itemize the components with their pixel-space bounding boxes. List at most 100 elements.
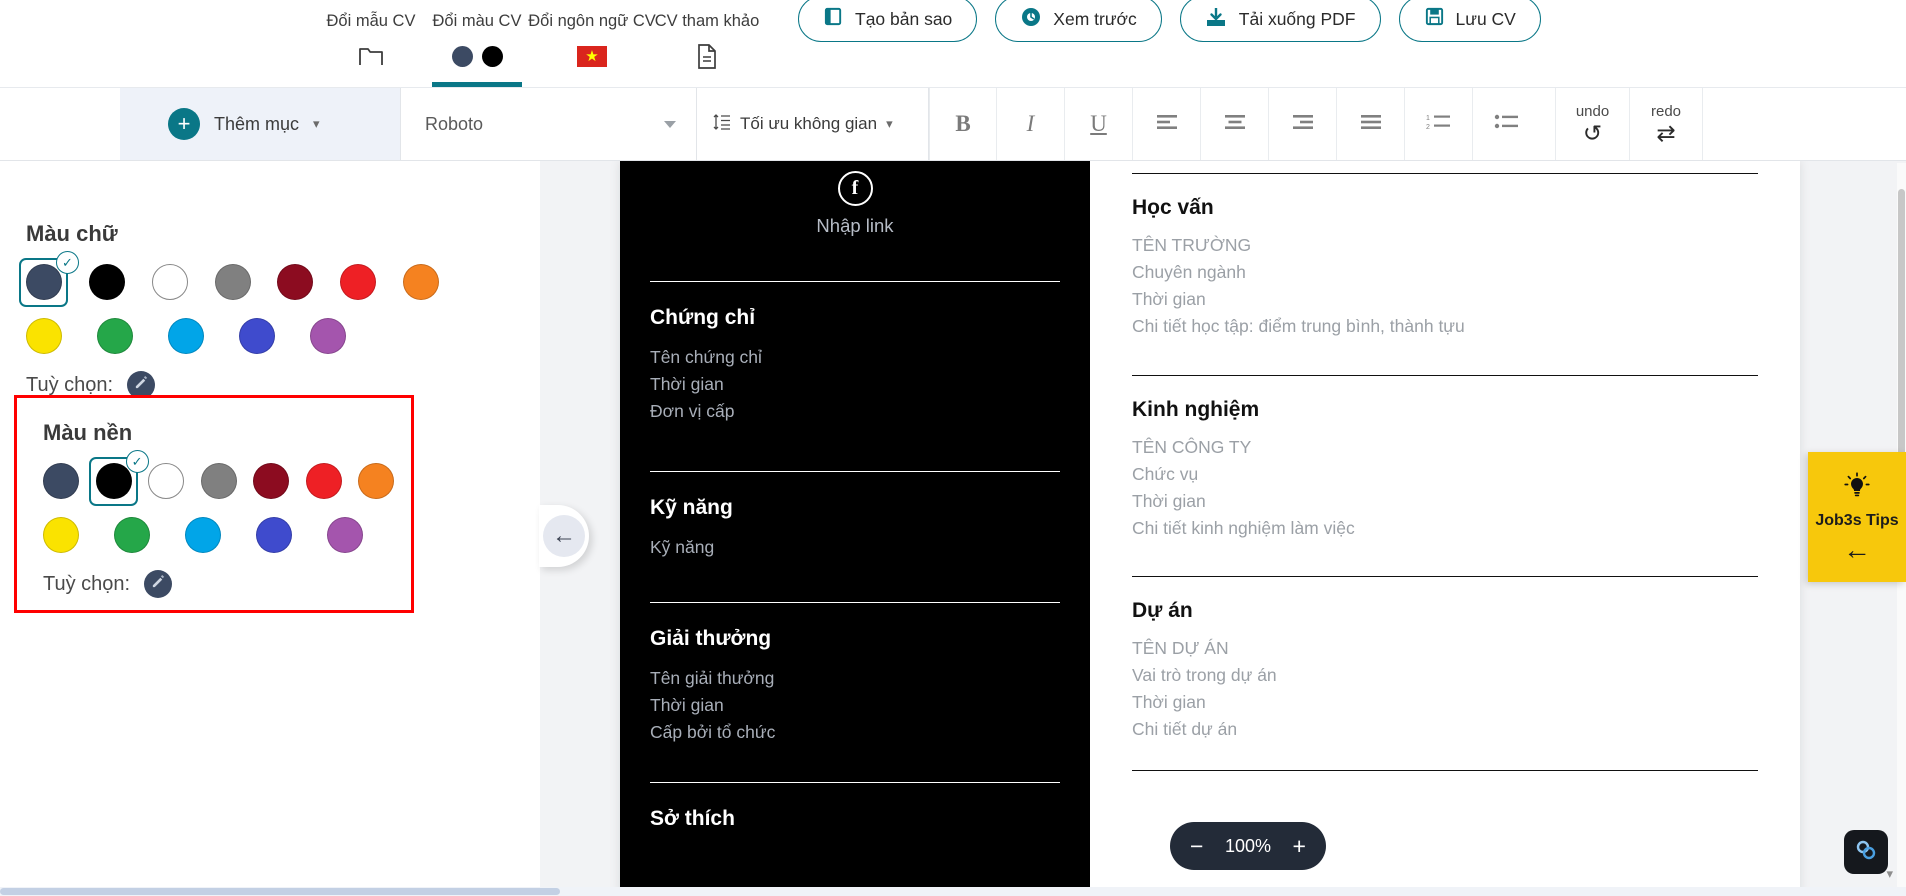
plus-icon: + — [168, 108, 200, 140]
background-color-swatch[interactable] — [43, 508, 114, 562]
save-icon — [1424, 6, 1445, 32]
duplicate-cv-button[interactable]: Tạo bản sao — [798, 0, 978, 42]
cv-section-line: Thời gian — [1132, 490, 1206, 511]
align-center-button[interactable] — [1201, 88, 1269, 160]
toolbar-left-spacer — [0, 88, 120, 160]
cv-social-link[interactable]: f Nhập link — [650, 161, 1060, 237]
italic-button[interactable]: I — [997, 88, 1065, 160]
cv-preview-area: f Nhập link Chứng chỉ Tên chứng chỉ Thời… — [540, 161, 1906, 896]
background-color-group: Màu nền ✓ Tuỳ chọn: — [14, 395, 414, 613]
line-spacing-icon — [713, 113, 731, 136]
menu-item-change-language[interactable]: Đổi ngôn ngữ CV ★ — [528, 0, 656, 87]
text-color-swatch[interactable] — [403, 255, 466, 309]
cv-section-line: Tên chứng chỉ — [650, 347, 762, 367]
chevron-down-icon: ▾ — [313, 116, 320, 131]
cv-section-heading: Sở thích — [650, 806, 735, 830]
cv-section-education[interactable]: Học vấn TÊN TRƯỜNG Chuyên ngành Thời gia… — [1132, 174, 1758, 341]
save-cv-button[interactable]: Lưu CV — [1398, 0, 1541, 42]
job3s-tips-label: Job3s Tips — [1815, 511, 1899, 529]
align-right-button[interactable] — [1269, 88, 1337, 160]
cv-section-projects[interactable]: Dự án TÊN DỰ ÁN Vai trò trong dự án Thời… — [1132, 577, 1758, 744]
preview-cv-button[interactable]: Xem trước — [995, 0, 1162, 42]
redo-icon: ⇄ — [1656, 120, 1676, 146]
background-color-swatch-row-1: ✓ — [43, 450, 411, 508]
cv-section-line: TÊN TRƯỜNG — [1132, 235, 1252, 255]
job3s-tips-widget[interactable]: Job3s Tips ← — [1808, 452, 1906, 582]
cv-section-line: Tên giải thưởng — [650, 667, 775, 688]
align-left-button[interactable] — [1133, 88, 1201, 160]
cv-section-experience[interactable]: Kinh nghiệm TÊN CÔNG TY Chức vụ Thời gia… — [1132, 376, 1758, 543]
numbered-list-button[interactable]: 12 — [1405, 88, 1473, 160]
text-color-swatch[interactable]: ✓ — [19, 251, 89, 309]
text-color-swatch[interactable] — [26, 309, 97, 363]
cv-section-line: Thời gian — [650, 374, 724, 395]
cv-section-awards[interactable]: Giải thưởng Tên giải thưởng Thời gian Cấ… — [650, 603, 1060, 746]
background-color-swatch[interactable] — [327, 508, 398, 562]
background-color-swatch[interactable] — [358, 454, 411, 508]
cv-section-line: Chức vụ — [1132, 463, 1199, 484]
undo-button[interactable]: undo ↺ — [1555, 88, 1629, 160]
line-spacing-select[interactable]: Tối ưu không gian ▾ — [697, 88, 929, 160]
underline-button[interactable]: U — [1065, 88, 1133, 160]
cv-section-line: Chi tiết dự án — [1132, 719, 1238, 740]
horizontal-scrollbar[interactable] — [0, 887, 1906, 896]
text-color-swatch[interactable] — [168, 309, 239, 363]
menu-item-change-color[interactable]: Đổi màu CV — [424, 0, 530, 87]
zoom-out-button[interactable]: − — [1190, 834, 1203, 858]
background-color-swatch[interactable] — [148, 454, 201, 508]
copy-icon — [823, 6, 844, 32]
menu-item-label: CV tham khảo — [654, 12, 760, 30]
italic-icon: I — [1026, 111, 1035, 136]
text-color-swatch[interactable] — [88, 255, 152, 309]
background-color-custom-picker[interactable] — [144, 570, 173, 598]
menu-item-label: Đổi ngôn ngữ CV — [528, 12, 656, 30]
undo-label: undo — [1575, 103, 1610, 120]
scrollbar-thumb[interactable] — [0, 888, 560, 895]
background-color-swatch[interactable] — [256, 508, 327, 562]
text-color-swatch[interactable] — [277, 255, 340, 309]
font-family-select[interactable]: Roboto — [400, 88, 697, 160]
chat-link-button[interactable] — [1844, 830, 1888, 874]
text-color-swatch[interactable] — [151, 255, 215, 309]
text-color-swatch[interactable] — [214, 255, 278, 309]
background-color-swatch[interactable] — [305, 454, 359, 508]
text-color-swatch[interactable] — [310, 309, 381, 363]
background-color-swatch[interactable] — [200, 454, 254, 508]
text-color-swatch[interactable] — [239, 309, 310, 363]
align-left-icon — [1155, 113, 1179, 136]
text-color-swatch[interactable] — [340, 255, 403, 309]
cv-section-certificates[interactable]: Chứng chỉ Tên chứng chỉ Thời gian Đơn vị… — [650, 282, 1060, 425]
numbered-list-icon: 12 — [1426, 113, 1452, 136]
cv-section-line: Chi tiết học tập: điểm trung bình, thành… — [1132, 316, 1465, 337]
menu-item-change-template[interactable]: Đổi mẫu CV — [318, 0, 424, 87]
cv-section-hobbies[interactable]: Sở thích — [650, 783, 1060, 831]
download-pdf-button[interactable]: Tải xuống PDF — [1179, 0, 1381, 42]
scrollbar-thumb[interactable] — [1898, 189, 1905, 473]
bullet-list-button[interactable] — [1473, 88, 1541, 160]
background-color-swatch[interactable] — [253, 454, 306, 508]
add-section-button[interactable]: + Thêm mục ▾ — [120, 88, 400, 160]
background-color-swatch[interactable]: ✓ — [88, 450, 149, 508]
text-color-swatch[interactable] — [97, 309, 168, 363]
cv-builder-app: Đổi mẫu CV Đổi màu CV Đổi ngôn ngữ CV ★ — [0, 0, 1906, 896]
background-color-swatch[interactable] — [43, 454, 96, 508]
background-color-swatch[interactable] — [185, 508, 256, 562]
cv-section-line: Thời gian — [650, 694, 724, 715]
redo-button[interactable]: redo ⇄ — [1629, 88, 1703, 160]
bold-button[interactable]: B — [929, 88, 997, 160]
chevron-down-icon: ▾ — [886, 116, 893, 131]
menu-item-reference-cv[interactable]: CV tham khảo — [654, 0, 760, 87]
pencil-icon — [151, 574, 166, 594]
add-section-label: Thêm mục — [214, 113, 300, 134]
align-justify-button[interactable] — [1337, 88, 1405, 160]
chevron-down-icon: ▾ — [1886, 866, 1893, 881]
download-pdf-label: Tải xuống PDF — [1238, 8, 1356, 29]
svg-text:2: 2 — [1426, 124, 1430, 131]
background-color-swatch[interactable] — [114, 508, 185, 562]
cv-section-skills[interactable]: Kỹ năng Kỹ năng — [650, 472, 1060, 561]
underline-icon: U — [1090, 111, 1107, 136]
eye-icon — [1020, 6, 1042, 33]
color-settings-panel: Màu chữ ✓ Tuỳ chọn: Màu nền ✓ Tuỳ chọn: — [0, 161, 540, 896]
zoom-in-button[interactable]: + — [1293, 834, 1306, 858]
lightbulb-icon — [1842, 471, 1872, 506]
